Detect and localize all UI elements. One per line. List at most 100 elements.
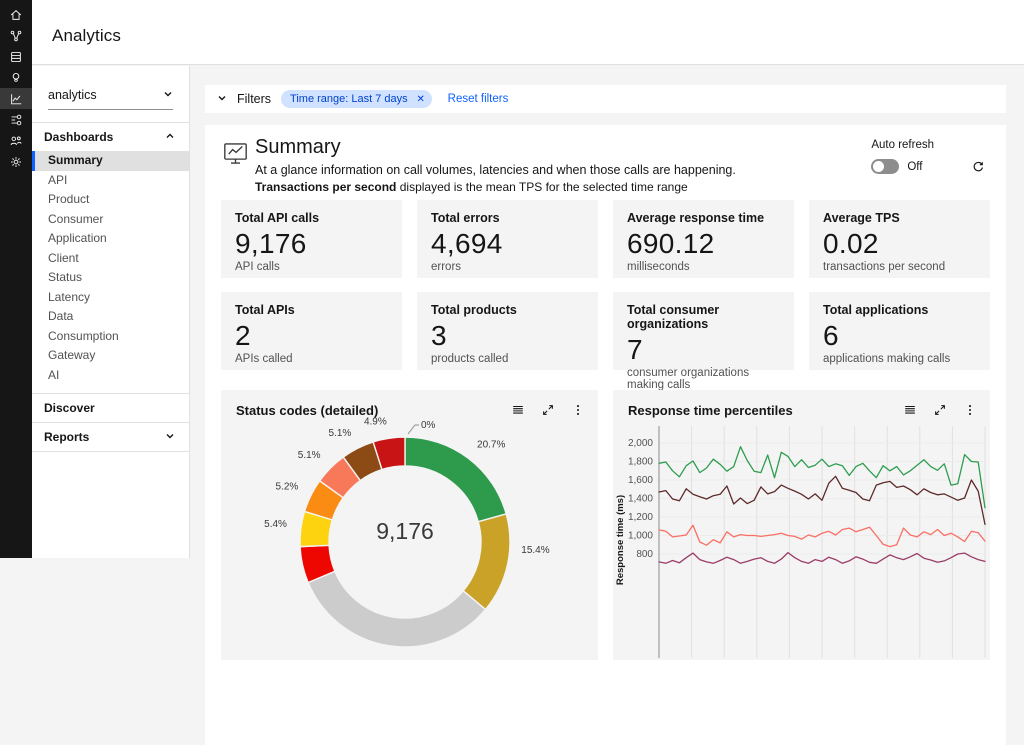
sidebar-item-consumer[interactable]: Consumer [32, 210, 189, 230]
dashboards-list: SummaryAPIProductConsumerApplicationClie… [32, 151, 189, 385]
donut-slice-label: 4.9% [364, 416, 387, 427]
status-codes-donut-chart: 20.7%15.4%5.4%5.2%5.1%5.1%4.9%0%9,176 [221, 390, 598, 660]
metric-caption: errors [431, 261, 584, 273]
response-time-chart-tile: Response time percentiles 2,0001,8001,60… [613, 390, 990, 660]
metric-title: Total applications [823, 303, 976, 317]
auto-refresh-toggle[interactable] [871, 159, 899, 174]
y-axis-label: Response time (ms) [615, 495, 626, 585]
overflow-menu-icon[interactable] [566, 398, 590, 422]
charts-grid: Status codes (detailed) 20.7%15.4%5.4%5.… [205, 390, 1006, 660]
donut-slice-label: 5.2% [276, 481, 299, 492]
summary-chart-monitor-icon [222, 140, 249, 172]
catalog-icon[interactable] [0, 46, 32, 67]
response-time-line-chart: 2,0001,8001,6001,4001,2001,000800Respons… [613, 390, 990, 660]
metric-title: Total API calls [235, 211, 388, 225]
sidebar-item-product[interactable]: Product [32, 190, 189, 210]
sidebar-item-data[interactable]: Data [32, 307, 189, 327]
metric-title: Total products [431, 303, 584, 317]
filters-bar: Filters Time range: Last 7 days ✕ Reset … [205, 85, 1006, 113]
tag-close-icon[interactable]: ✕ [414, 92, 428, 106]
donut-slice-label: 20.7% [477, 439, 505, 450]
y-axis-tick: 800 [636, 549, 653, 560]
members-icon[interactable] [0, 130, 32, 151]
sidebar-item-api[interactable]: API [32, 171, 189, 191]
time-range-filter-tag[interactable]: Time range: Last 7 days ✕ [281, 90, 432, 108]
chevron-up-icon [165, 130, 175, 144]
data-table-icon[interactable] [506, 398, 530, 422]
filters-label: Filters [237, 92, 271, 106]
app-header: Analytics [32, 0, 1024, 65]
status-codes-chart-tile: Status codes (detailed) 20.7%15.4%5.4%5.… [221, 390, 598, 660]
metric-caption: products called [431, 353, 584, 365]
sidebar-item-client[interactable]: Client [32, 249, 189, 269]
sidebar-item-status[interactable]: Status [32, 268, 189, 288]
chevron-down-icon [165, 430, 175, 444]
metric-value: 6 [823, 320, 976, 352]
filter-tag-label: Time range: Last 7 days [290, 93, 408, 105]
home-icon[interactable] [0, 4, 32, 25]
metric-value: 2 [235, 320, 388, 352]
donut-slice [308, 571, 485, 647]
metric-caption: consumer organizations making calls [627, 367, 780, 391]
metric-title: Total APIs [235, 303, 388, 317]
metric-title: Average TPS [823, 211, 976, 225]
sidebar-item-ai[interactable]: AI [32, 366, 189, 386]
metric-card: Total products 3 products called [417, 292, 598, 370]
metric-caption: APIs called [235, 353, 388, 365]
analytics-icon[interactable] [0, 88, 32, 109]
sidebar-section-dashboards[interactable]: Dashboards [32, 122, 189, 151]
settings-icon[interactable] [0, 151, 32, 172]
summary-description: At a glance information on call volumes,… [255, 163, 736, 177]
donut-center-total: 9,176 [376, 518, 434, 544]
workspace-selector-value: analytics [48, 88, 97, 102]
chevron-down-icon [163, 88, 173, 102]
sidebar-item-summary[interactable]: Summary [32, 151, 189, 171]
chart-title: Status codes (detailed) [236, 403, 378, 418]
sidebar-section-reports[interactable]: Reports [32, 422, 189, 451]
donut-slice-label: 5.1% [298, 450, 321, 461]
metric-title: Average response time [627, 211, 780, 225]
summary-note-rest: displayed is the mean TPS for the select… [396, 180, 687, 194]
metric-value: 9,176 [235, 228, 388, 260]
metric-card: Total applications 6 applications making… [809, 292, 990, 370]
donut-slice-label: 15.4% [521, 545, 549, 556]
expand-icon[interactable] [536, 398, 560, 422]
idea-icon[interactable] [0, 67, 32, 88]
metric-caption: API calls [235, 261, 388, 273]
metric-caption: milliseconds [627, 261, 780, 273]
data-table-icon[interactable] [898, 398, 922, 422]
sidebar-item-consumption[interactable]: Consumption [32, 327, 189, 347]
workspace-selector[interactable]: analytics [48, 88, 173, 110]
chart-toolbar [506, 398, 590, 422]
overflow-menu-icon[interactable] [958, 398, 982, 422]
metric-card: Average response time 690.12 millisecond… [613, 200, 794, 278]
metric-value: 4,694 [431, 228, 584, 260]
summary-note-bold: Transactions per second [255, 180, 396, 194]
donut-slice [463, 514, 510, 609]
metric-card: Total APIs 2 APIs called [221, 292, 402, 370]
reset-filters-link[interactable]: Reset filters [448, 93, 509, 105]
y-axis-tick: 1,800 [628, 457, 653, 468]
sidebar-section-label: Dashboards [44, 130, 113, 144]
flows-icon[interactable] [0, 109, 32, 130]
sidebar: analytics Dashboards SummaryAPIProductCo… [32, 66, 190, 558]
sidebar-item-latency[interactable]: Latency [32, 288, 189, 308]
metric-caption: transactions per second [823, 261, 976, 273]
metric-value: 690.12 [627, 228, 780, 260]
summary-panel: Summary At a glance information on call … [205, 125, 1006, 745]
metric-value: 7 [627, 334, 780, 366]
sidebar-section-discover[interactable]: Discover [32, 393, 189, 422]
auto-refresh-control: Auto refresh Off [871, 139, 934, 174]
donut-slice-label: 5.1% [329, 428, 352, 439]
metric-caption: applications making calls [823, 353, 976, 365]
topology-icon[interactable] [0, 25, 32, 46]
sidebar-item-application[interactable]: Application [32, 229, 189, 249]
expand-icon[interactable] [928, 398, 952, 422]
y-axis-tick: 2,000 [628, 438, 653, 449]
left-rail [0, 0, 32, 558]
sidebar-section-label: Reports [44, 430, 89, 444]
filters-chevron-icon[interactable] [217, 90, 227, 108]
sidebar-item-gateway[interactable]: Gateway [32, 346, 189, 366]
refresh-button[interactable] [968, 157, 988, 177]
donut-slice-label: 0% [421, 420, 436, 431]
